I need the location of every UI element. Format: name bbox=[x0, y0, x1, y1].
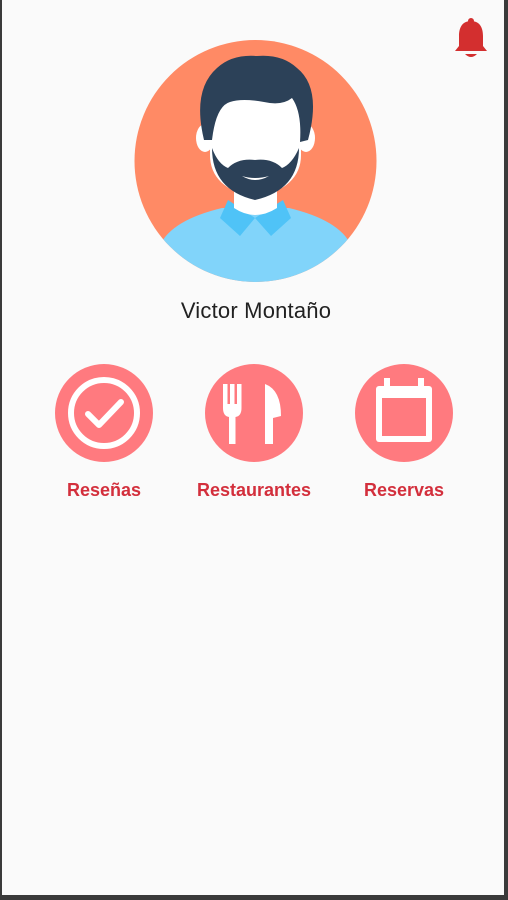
app-screen: Victor Montaño Reseñas Restaurantes Rese… bbox=[2, 0, 504, 895]
user-name: Victor Montaño bbox=[180, 298, 332, 323]
menu-circle bbox=[55, 364, 153, 462]
menu-label: Reservas bbox=[363, 480, 445, 500]
menu-circle bbox=[355, 364, 453, 462]
bell-icon[interactable] bbox=[451, 16, 491, 60]
menu-circle bbox=[205, 364, 303, 462]
menu-item-reservas[interactable]: Reservas bbox=[334, 364, 474, 504]
menu-item-restaurantes[interactable]: Restaurantes bbox=[184, 364, 324, 504]
check-circle-icon bbox=[68, 377, 140, 449]
menu-item-resenas[interactable]: Reseñas bbox=[34, 364, 174, 504]
user-avatar-icon bbox=[132, 40, 379, 282]
calendar-icon bbox=[376, 378, 432, 442]
fork-knife-icon bbox=[223, 384, 281, 444]
